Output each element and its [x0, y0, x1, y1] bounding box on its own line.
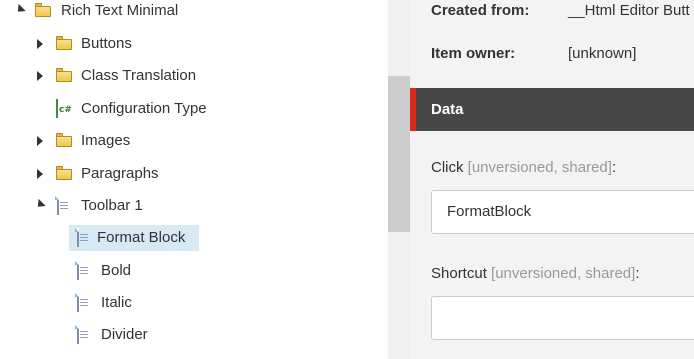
collapse-toggle-icon[interactable]: [34, 135, 46, 147]
click-input[interactable]: FormatBlock: [431, 190, 694, 234]
tree-item-label: Rich Text Minimal: [61, 2, 179, 19]
created-from-row: Created from: __Html Editor Butt: [431, 2, 694, 22]
scrollbar-thumb[interactable]: [388, 76, 410, 232]
tree-item-label: Toolbar 1: [81, 197, 143, 214]
shortcut-field-label: Shortcut [unversioned, shared]:: [431, 265, 639, 282]
document-icon: [77, 261, 95, 280]
shortcut-input[interactable]: [431, 296, 694, 340]
tree-item-bold[interactable]: Bold: [0, 258, 388, 284]
section-title: Data: [431, 101, 464, 118]
collapse-toggle-icon[interactable]: [34, 70, 46, 82]
content-tree: Rich Text Minimal Buttons Class Translat…: [0, 0, 388, 359]
tree-item-label: Images: [81, 132, 131, 149]
config-type-icon: c#: [56, 99, 74, 118]
expand-toggle-icon[interactable]: [34, 198, 46, 212]
tree-item-label: Italic: [101, 294, 132, 311]
folder-icon: [55, 35, 73, 53]
tree-item-toolbar-1[interactable]: Toolbar 1: [0, 193, 388, 219]
shortcut-label-meta: [unversioned, shared]: [491, 265, 636, 282]
expand-toggle-icon[interactable]: [14, 3, 26, 17]
folder-icon: [55, 165, 73, 183]
created-from-label: Created from:: [431, 2, 530, 19]
folder-icon: [55, 132, 73, 150]
item-owner-value: [unknown]: [568, 45, 637, 62]
shortcut-label-text: Shortcut: [431, 265, 487, 282]
tree-item-label: Divider: [101, 326, 148, 343]
click-label-colon: :: [611, 159, 617, 176]
tree-item-label: Bold: [101, 262, 132, 279]
tree-item-class-translation[interactable]: Class Translation: [0, 63, 388, 89]
click-label-text: Click: [431, 159, 464, 176]
item-owner-row: Item owner: [unknown]: [431, 45, 694, 65]
collapse-toggle-icon[interactable]: [34, 38, 46, 50]
section-accent-bar: [410, 88, 416, 131]
created-from-value: __Html Editor Butt: [568, 2, 690, 19]
tree-item-label: Class Translation: [81, 67, 197, 84]
tree-item-rich-text-minimal[interactable]: Rich Text Minimal: [0, 0, 388, 24]
document-icon: [77, 293, 95, 312]
item-owner-label: Item owner:: [431, 45, 516, 62]
folder-icon: [34, 2, 52, 20]
collapse-toggle-icon[interactable]: [34, 168, 46, 180]
tree-item-label: Configuration Type: [81, 100, 207, 117]
tree-item-label: Buttons: [81, 35, 132, 52]
tree-scrollbar[interactable]: [388, 0, 410, 359]
tree-item-paragraphs[interactable]: Paragraphs: [0, 161, 388, 187]
tree-item-italic[interactable]: Italic: [0, 290, 388, 316]
document-icon: [57, 196, 75, 215]
data-section-header[interactable]: Data: [410, 88, 694, 131]
tree-item-configuration-type[interactable]: c# Configuration Type: [0, 96, 388, 122]
item-editor: Created from: __Html Editor Butt Item ow…: [410, 0, 694, 359]
folder-icon: [55, 67, 73, 85]
document-icon: [77, 228, 95, 247]
document-icon: [77, 325, 95, 344]
tree-item-buttons[interactable]: Buttons: [0, 31, 388, 57]
click-field-label: Click [unversioned, shared]:: [431, 159, 616, 176]
tree-item-label: Paragraphs: [81, 165, 159, 182]
tree-item-format-block[interactable]: Format Block: [0, 225, 388, 251]
tree-item-images[interactable]: Images: [0, 128, 388, 154]
tree-item-divider[interactable]: Divider: [0, 322, 388, 348]
shortcut-label-colon: :: [635, 265, 640, 282]
click-label-meta: [unversioned, shared]: [467, 159, 612, 176]
